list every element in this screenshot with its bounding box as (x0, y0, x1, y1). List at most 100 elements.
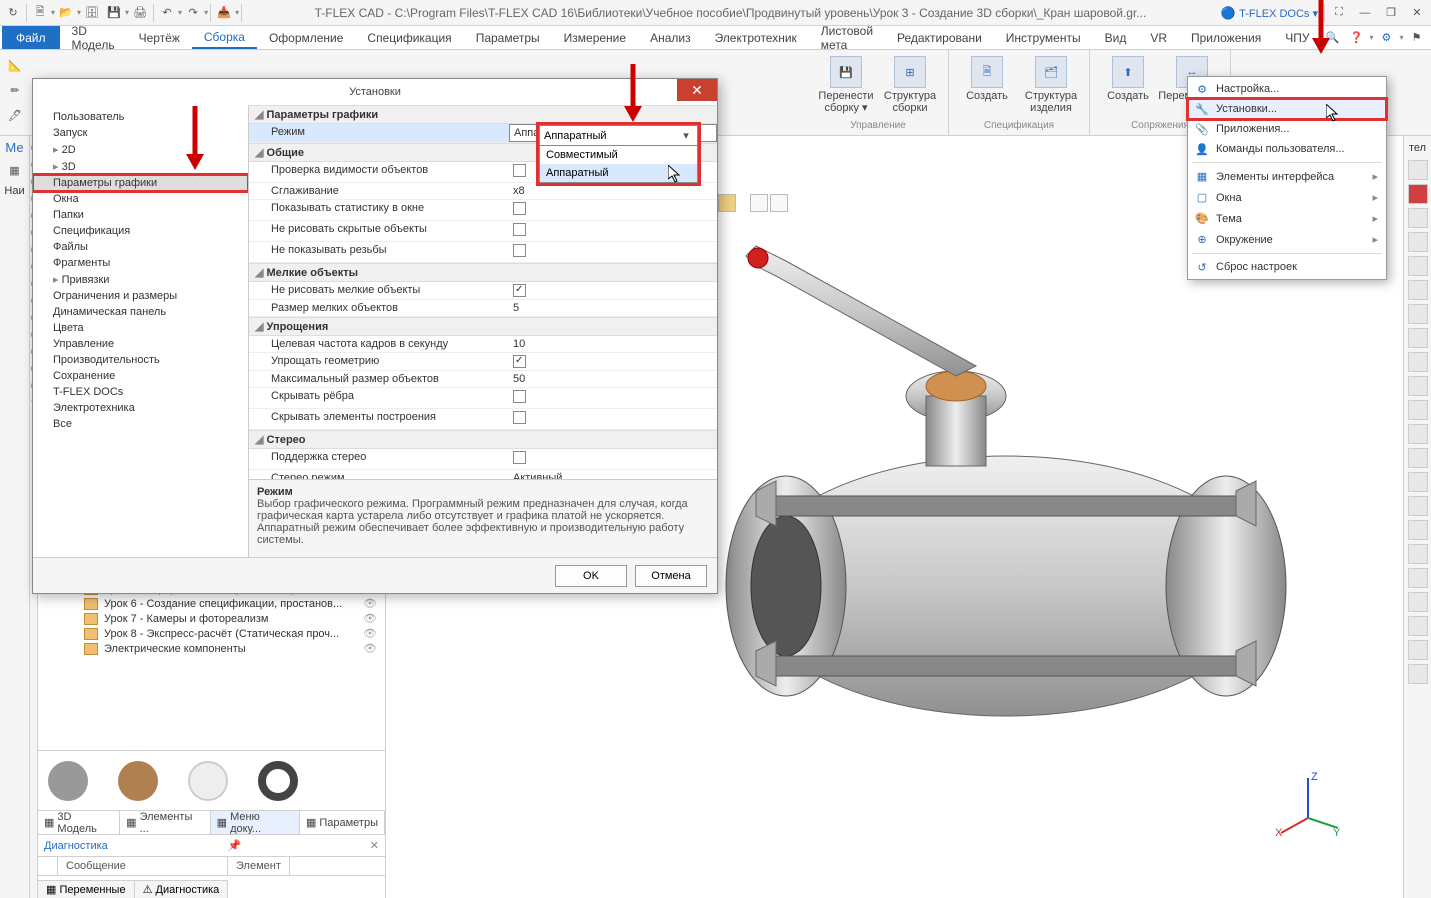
menu-item[interactable]: ⚙Настройка... (1188, 79, 1386, 99)
insert-icon[interactable]: 📥 (213, 2, 235, 24)
close-icon[interactable]: ✕ (677, 79, 717, 101)
tool1-icon[interactable]: 📐 (4, 54, 26, 76)
rtool-icon[interactable] (1408, 472, 1428, 492)
nav-item[interactable]: 3D (33, 158, 248, 175)
panel-tab[interactable]: ▦Параметры (300, 811, 385, 834)
ok-button[interactable]: OK (555, 565, 627, 587)
rtool-icon[interactable] (1408, 400, 1428, 420)
rtool-icon[interactable] (1408, 256, 1428, 276)
rtool-icon[interactable] (1408, 640, 1428, 660)
section-header[interactable]: Параметры графики (249, 105, 717, 124)
nav-item[interactable]: Спецификация (33, 223, 248, 239)
maximize-btn[interactable]: ❐ (1379, 3, 1403, 23)
save-icon[interactable]: 💾 (103, 2, 125, 24)
panel-tab[interactable]: ▦Элементы ... (120, 811, 210, 834)
nav-item[interactable]: Привязки (33, 271, 248, 288)
menu-item[interactable]: ▦Элементы интерфейса▸ (1188, 166, 1386, 187)
property-row[interactable]: Размер мелких объектов5 (249, 300, 717, 317)
menu-item[interactable]: 🎨Тема▸ (1188, 208, 1386, 229)
section-header[interactable]: Стерео (249, 430, 717, 449)
redo-icon[interactable]: ↷ (182, 2, 204, 24)
structure-assembly-btn[interactable]: ⊞Структура сборки (880, 54, 940, 114)
rtool-icon[interactable] (1408, 232, 1428, 252)
property-row[interactable]: Поддержка стерео (249, 449, 717, 470)
refresh-icon[interactable]: ↻ (2, 2, 24, 24)
rtool-icon[interactable] (1408, 544, 1428, 564)
preview-thumb[interactable] (48, 761, 88, 801)
ribbon-tab[interactable]: Сборка (192, 26, 257, 49)
ribbon-tab[interactable]: Анализ (638, 26, 703, 49)
rtool-icon[interactable] (1408, 448, 1428, 468)
property-row[interactable]: Не показывать резьбы (249, 242, 717, 263)
close-btn[interactable]: ✕ (1405, 3, 1429, 23)
print-icon[interactable]: 🖨 (129, 2, 151, 24)
property-row[interactable]: Упрощать геометрию (249, 353, 717, 371)
rtool-icon[interactable] (1408, 304, 1428, 324)
create-constraint-btn[interactable]: ⬆Создать (1098, 54, 1158, 102)
move-assembly-btn[interactable]: 💾Перенести сборку ▾ (816, 54, 876, 114)
nav-item[interactable]: Окна (33, 191, 248, 207)
rtool-icon[interactable] (1408, 496, 1428, 516)
tree-item[interactable]: Электрические компоненты👁 (42, 641, 381, 656)
nav-item[interactable]: Производительность (33, 352, 248, 368)
property-row[interactable]: Сглаживаниеx8 (249, 183, 717, 200)
rtool-icon[interactable] (1408, 208, 1428, 228)
vp-btn[interactable] (718, 194, 736, 212)
ribbon-tab[interactable]: Инструменты (994, 26, 1093, 49)
property-row[interactable]: Показывать статистику в окне (249, 200, 717, 221)
ribbon-tab[interactable]: Спецификация (355, 26, 463, 49)
menu-item[interactable]: ▢Окна▸ (1188, 187, 1386, 208)
tab-diagnostics[interactable]: ⚠ Диагностика (135, 881, 229, 898)
ribbon-tab[interactable]: Параметры (464, 26, 552, 49)
property-row[interactable]: Не рисовать мелкие объекты (249, 282, 717, 300)
dropdown-value[interactable]: Аппаратный▾ (540, 126, 697, 146)
tree-item[interactable]: Урок 6 - Создание спецификации, простано… (42, 596, 381, 611)
rtool-icon[interactable] (1408, 664, 1428, 684)
nav-item[interactable]: Параметры графики (33, 175, 248, 191)
nav-item[interactable]: Цвета (33, 320, 248, 336)
dropdown-item[interactable]: Совместимый (540, 146, 697, 164)
gear-icon[interactable]: ⚙ (1375, 27, 1397, 49)
rtool-icon[interactable] (1408, 280, 1428, 300)
tool3-icon[interactable]: 🖊 (4, 104, 26, 126)
nav-item[interactable]: T-FLEX DOCs (33, 384, 248, 400)
file-tab[interactable]: Файл (2, 26, 60, 49)
nav-item[interactable]: Управление (33, 336, 248, 352)
cancel-button[interactable]: Отмена (635, 565, 707, 587)
property-row[interactable]: Максимальный размер объектов50 (249, 371, 717, 388)
minimize-btn[interactable]: — (1353, 3, 1377, 23)
ribbon-tab[interactable]: Электротехник (703, 26, 809, 49)
nav-item[interactable]: Пользователь (33, 109, 248, 125)
menu-item[interactable]: ↺Сброс настроек (1188, 257, 1386, 277)
nav-item[interactable]: Папки (33, 207, 248, 223)
vp-btn[interactable] (750, 194, 768, 212)
property-row[interactable]: Целевая частота кадров в секунду10 (249, 336, 717, 353)
preview-thumb[interactable] (258, 761, 298, 801)
ribbon-tab[interactable]: Листовой мета (809, 26, 885, 49)
new-icon[interactable]: 🗎 (29, 2, 51, 24)
rtool-icon[interactable] (1408, 184, 1428, 204)
property-row[interactable]: Не рисовать скрытые объекты (249, 221, 717, 242)
panel-tab[interactable]: ▦Меню доку... (211, 811, 300, 834)
ribbon-tab[interactable]: Вид (1093, 26, 1139, 49)
rtool-icon[interactable] (1408, 376, 1428, 396)
vp-btn[interactable] (770, 194, 788, 212)
nav-item[interactable]: Запуск (33, 125, 248, 141)
section-header[interactable]: Упрощения (249, 317, 717, 336)
nav-item[interactable]: Файлы (33, 239, 248, 255)
nav-item[interactable]: Сохранение (33, 368, 248, 384)
ribbon-tab[interactable]: 3D Модель (60, 26, 127, 49)
menu-item[interactable]: 📎Приложения... (1188, 119, 1386, 139)
ribbon-tab[interactable]: Оформление (257, 26, 355, 49)
preview-thumb[interactable] (188, 761, 228, 801)
rtool-icon[interactable] (1408, 568, 1428, 588)
nav-item[interactable]: Фрагменты (33, 255, 248, 271)
tflex-docs-link[interactable]: 🔵 T-FLEX DOCs ▾ (1217, 6, 1322, 20)
tree-item[interactable]: Урок 7 - Камеры и фотореализм👁 (42, 611, 381, 626)
rtool-icon[interactable] (1408, 520, 1428, 540)
nav-item[interactable]: Ограничения и размеры (33, 288, 248, 304)
chevron-down-icon[interactable]: ▾ (679, 129, 693, 142)
property-row[interactable]: Скрывать рёбра (249, 388, 717, 409)
nav-item[interactable]: Все (33, 416, 248, 432)
panel-tab[interactable]: ▦3D Модель (38, 811, 120, 834)
